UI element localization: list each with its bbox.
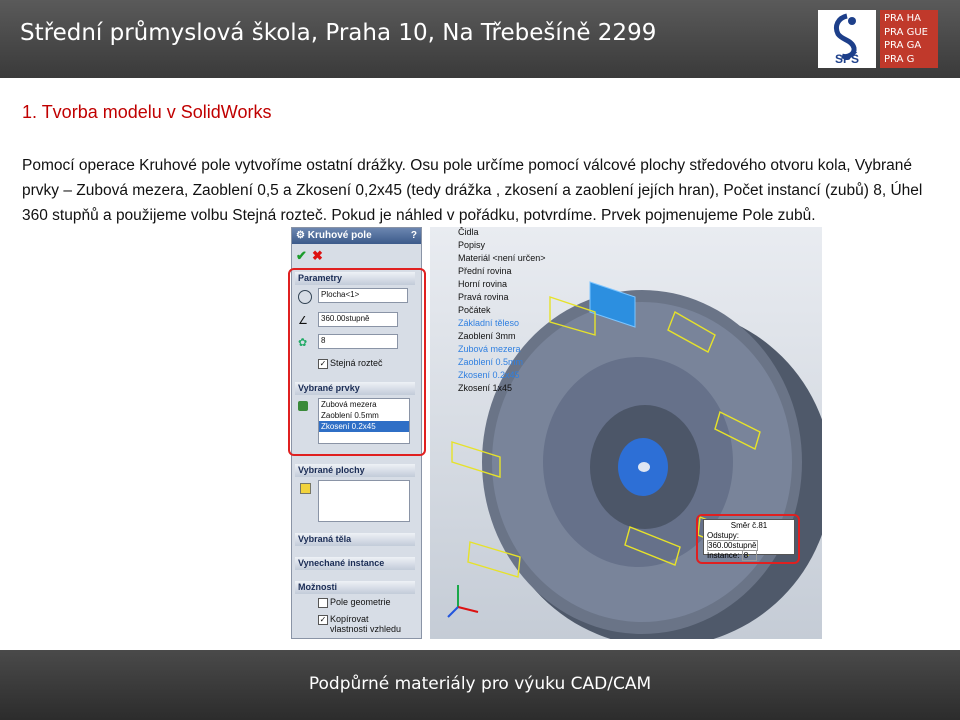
help-icon[interactable]: ?	[411, 230, 417, 241]
feature-tree: Čidla Popisy Materiál <není určen> Předn…	[430, 227, 560, 397]
tree-item[interactable]: Pravá rovina	[430, 292, 560, 305]
sps-logo: SPŠ	[818, 10, 876, 68]
page-heading: 1. Tvorba modelu v SolidWorks	[22, 102, 272, 122]
tree-item[interactable]: Počátek	[430, 305, 560, 318]
header-title: Střední průmyslová škola, Praha 10, Na T…	[20, 20, 657, 46]
tree-item[interactable]: Zkosení 0.2x45	[430, 370, 560, 383]
section-selected-faces[interactable]: Vybrané plochy	[295, 464, 415, 477]
footer-bar: Podpůrné materiály pro výuku CAD/CAM	[0, 650, 960, 720]
cancel-icon[interactable]: ✖	[312, 248, 323, 264]
pattern-icon: ⚙	[296, 230, 308, 241]
tree-item[interactable]: Čidla	[430, 227, 560, 240]
tree-item[interactable]: Zkosení 1x45	[430, 383, 560, 396]
tree-item[interactable]: Materiál <není určen>	[430, 253, 560, 266]
geometry-pattern-label: Pole geometrie	[330, 597, 391, 607]
highlight-callout	[696, 514, 800, 564]
tree-item[interactable]: Zubová mezera	[430, 344, 560, 357]
ok-icon[interactable]: ✔	[296, 248, 307, 264]
tree-item[interactable]: Horní rovina	[430, 279, 560, 292]
tree-item[interactable]: Základní těleso	[430, 318, 560, 331]
praha-line: PRA G	[884, 53, 915, 65]
sps-logo-text: SPŠ	[834, 52, 859, 66]
pm-titlebar: ⚙ Kruhové pole ?	[292, 228, 421, 244]
tree-item[interactable]: Zaoblení 3mm	[430, 331, 560, 344]
pm-title: Kruhové pole	[307, 230, 372, 241]
footer-text: Podpůrné materiály pro výuku CAD/CAM	[308, 674, 652, 694]
section-options[interactable]: Možnosti	[295, 581, 415, 594]
tree-item[interactable]: Popisy	[430, 240, 560, 253]
geometry-pattern-checkbox[interactable]	[318, 598, 328, 608]
section-selected-bodies[interactable]: Vybraná těla	[295, 533, 415, 546]
highlight-parameters	[288, 268, 426, 456]
praha-logo: PRA HA PRA GUE PRA GA PRA G	[880, 10, 938, 68]
selected-faces-list[interactable]	[318, 480, 410, 522]
tree-item[interactable]: Přední rovina	[430, 266, 560, 279]
instruction-paragraph: Pomocí operace Kruhové pole vytvoříme os…	[22, 157, 923, 224]
faces-icon	[300, 483, 311, 494]
praha-line: PRA GUE	[884, 26, 928, 38]
praha-line: PRA HA	[884, 13, 921, 24]
propagate-label: Kopírovat vlastnosti vzhledu	[330, 614, 402, 634]
graphics-area[interactable]: Čidla Popisy Materiál <není určen> Předn…	[430, 227, 822, 639]
section-skipped-instances[interactable]: Vynechané instance	[295, 557, 415, 570]
tree-item[interactable]: Zaoblení 0.5mm	[430, 357, 560, 370]
propagate-checkbox[interactable]: ✓	[318, 615, 328, 625]
header-bar: Střední průmyslová škola, Praha 10, Na T…	[0, 0, 960, 78]
praha-line: PRA GA	[884, 40, 922, 51]
